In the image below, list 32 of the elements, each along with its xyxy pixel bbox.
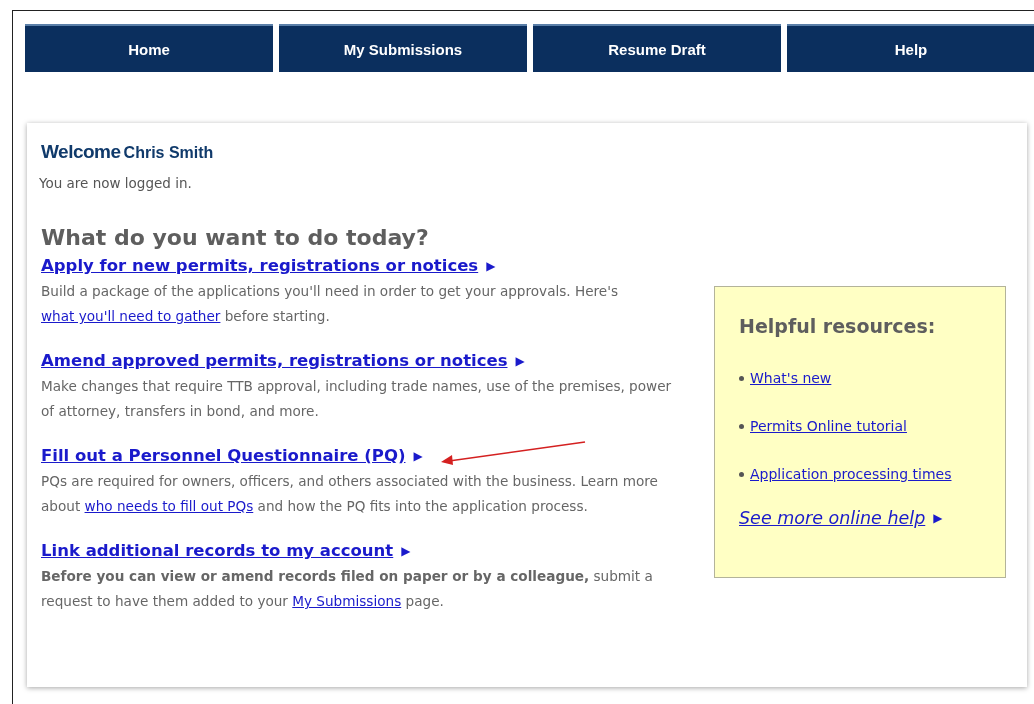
nav-tab[interactable]: Resume Draft xyxy=(533,24,781,72)
arrow-glyph: ▶ xyxy=(413,448,423,463)
inline-link[interactable]: who needs to fill out PQs xyxy=(84,498,254,514)
arrow-glyph: ▶ xyxy=(515,353,525,368)
task-description: Make changes that require TTB approval, including trade names, use of the premises, power of attorney, transfers in bond, and more. xyxy=(41,377,673,421)
resource-link[interactable]: What's new xyxy=(750,370,832,386)
nav-tab[interactable]: My Submissions xyxy=(279,24,527,72)
inline-link[interactable]: My Submissions xyxy=(292,593,402,609)
task-link[interactable]: Amend approved permits, registrations or notices xyxy=(41,351,508,370)
panel-title: Helpful resources: xyxy=(739,315,937,337)
task-description: PQs are required for owners, officers, and others associated with the business. Learn more about who needs to fill out PQs and how the PQ fits into the application process. xyxy=(41,472,659,516)
arrow-glyph: ▶ xyxy=(486,258,496,273)
task-link[interactable]: Apply for new permits, registrations or notices xyxy=(41,256,479,275)
task-link[interactable]: Fill out a Personnel Questionnaire (PQ) xyxy=(41,446,406,465)
user-name: Chris Smith xyxy=(123,144,214,162)
bullet-icon xyxy=(739,471,744,477)
task-description: Build a package of the applications you'll need in order to get your approvals. Here's what you'll need to gather before starting. xyxy=(41,282,620,326)
resource-link[interactable]: Application processing times xyxy=(750,466,952,482)
task-description: Before you can view or amend records filed on paper or by a colleague, submit a request to have them added to your My Submissions page. xyxy=(41,567,654,611)
page-heading: What do you want to do today? xyxy=(41,225,430,250)
nav-tab[interactable]: Help xyxy=(787,24,1034,72)
resource-link[interactable]: Permits Online tutorial xyxy=(750,418,907,434)
more-help-link[interactable]: See more online help xyxy=(739,508,926,528)
inline-link[interactable]: what you'll need to gather xyxy=(41,308,221,324)
welcome-greeting: Welcome xyxy=(41,141,121,163)
arrow-glyph: ▶ xyxy=(401,543,411,558)
arrow-glyph: ▶ xyxy=(933,511,943,525)
login-status: You are now logged in. xyxy=(39,175,193,191)
task-link[interactable]: Link additional records to my account xyxy=(41,541,394,560)
bullet-icon xyxy=(739,375,744,381)
nav-tab[interactable]: Home xyxy=(25,24,273,72)
bullet-icon xyxy=(739,423,744,429)
